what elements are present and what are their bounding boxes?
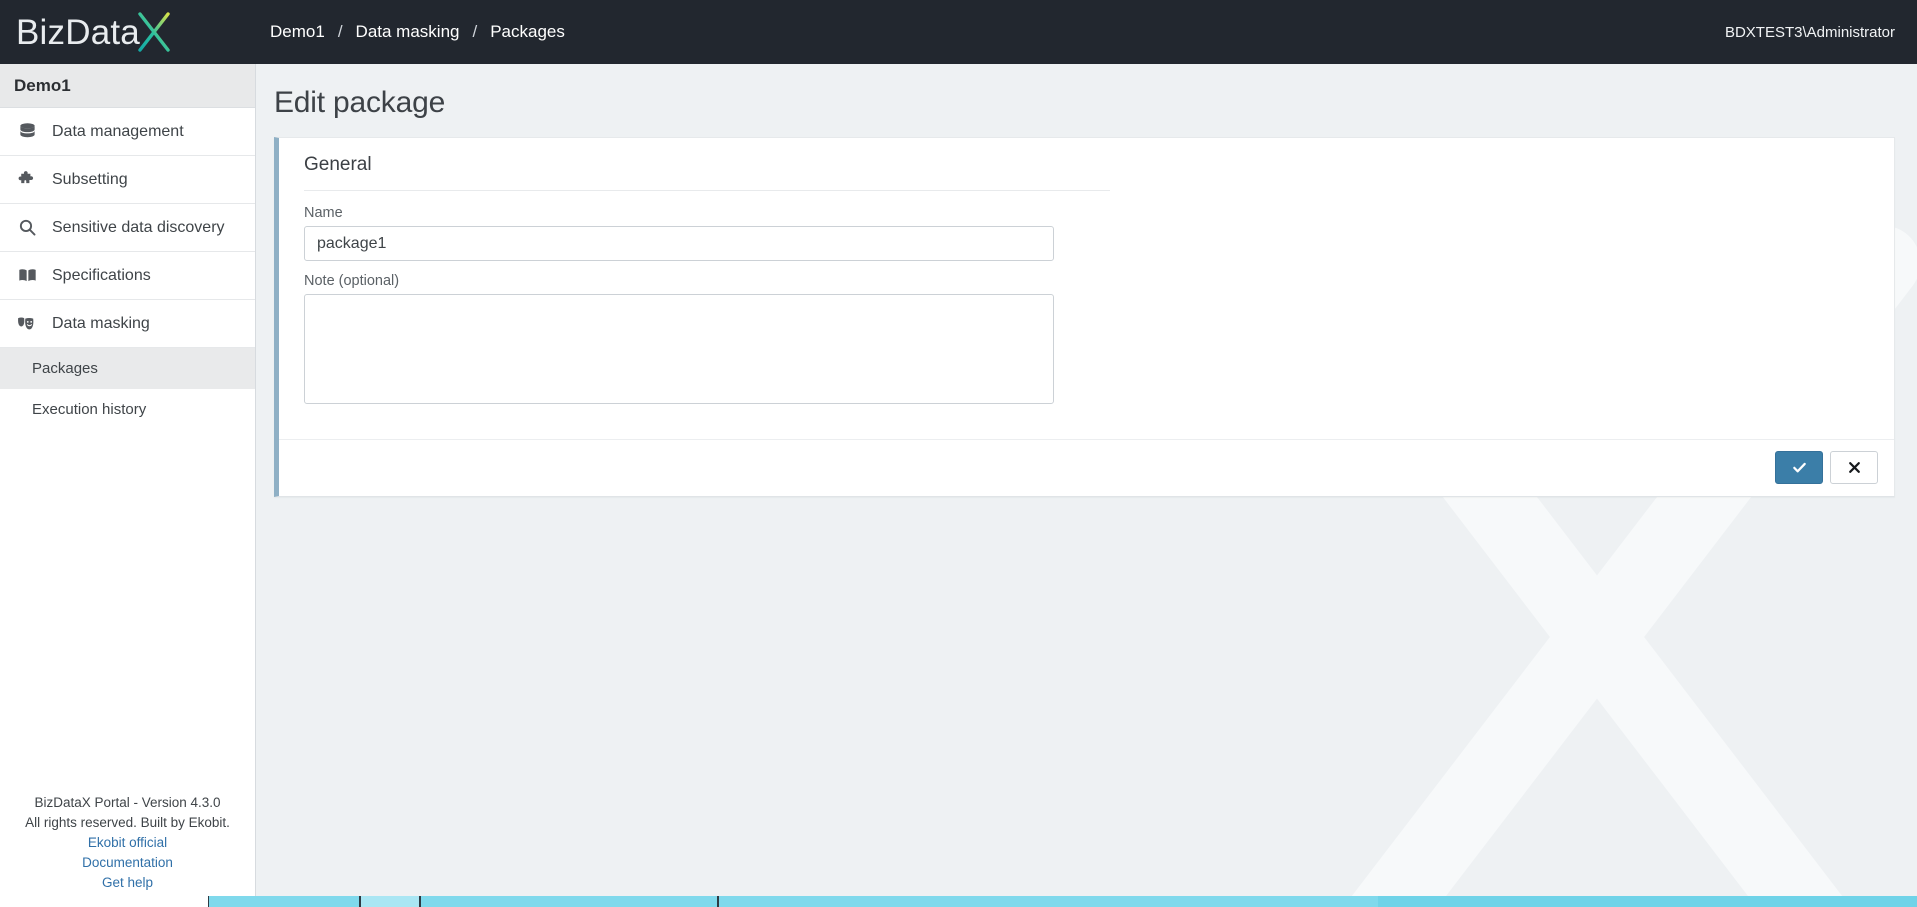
sidebar-item-subsetting[interactable]: Subsetting <box>0 156 255 204</box>
sidebar-subitem-execution-history[interactable]: Execution history <box>0 389 255 430</box>
footer-version-text: BizDataX Portal - Version 4.3.0 <box>34 795 221 810</box>
breadcrumb-item-data-masking[interactable]: Data masking <box>356 22 460 42</box>
sidebar-item-label: Data masking <box>52 314 150 332</box>
app-logo[interactable]: BizData <box>0 0 256 64</box>
logo-wordmark: BizData <box>16 9 177 55</box>
breadcrumb-item-packages[interactable]: Packages <box>490 22 565 42</box>
sidebar-item-specifications[interactable]: Specifications <box>0 252 255 300</box>
os-taskbar[interactable] <box>0 896 1917 907</box>
note-label: Note (optional) <box>304 273 400 289</box>
close-icon <box>1847 460 1862 475</box>
top-header-bar: BizData Demo1 / Data masking / Packages … <box>0 0 1917 64</box>
cancel-button[interactable] <box>1830 451 1878 484</box>
sidebar-subitem-packages[interactable]: Packages <box>0 348 255 389</box>
sidebar-subitem-label: Packages <box>32 360 98 377</box>
taskbar-item[interactable] <box>420 896 718 907</box>
taskbar-item[interactable] <box>718 896 1378 907</box>
database-icon <box>12 119 42 145</box>
panel-body: Name Note (optional) <box>279 191 1894 439</box>
main-content: Edit package General Name Note (optional… <box>256 64 1917 907</box>
panel-actions <box>279 439 1894 496</box>
sidebar-item-sensitive-data-discovery[interactable]: Sensitive data discovery <box>0 204 255 252</box>
name-label: Name <box>304 205 343 221</box>
sidebar-item-label: Specifications <box>52 266 151 284</box>
footer-link-get-help[interactable]: Get help <box>10 873 245 893</box>
sidebar-nav: Data management Subsetting Sensitive dat… <box>0 108 255 430</box>
breadcrumb: Demo1 / Data masking / Packages <box>270 22 565 42</box>
taskbar-item[interactable] <box>360 896 420 907</box>
sidebar-project-title: Demo1 <box>0 64 255 108</box>
sidebar-item-label: Data management <box>52 122 184 140</box>
magnifier-icon <box>12 215 42 241</box>
breadcrumb-separator: / <box>337 22 343 41</box>
sidebar-item-label: Subsetting <box>52 170 128 188</box>
logo-x-icon <box>131 9 177 55</box>
check-icon <box>1791 459 1808 476</box>
app-root: BizData Demo1 / Data masking / Packages … <box>0 0 1917 907</box>
footer-link-ekobit-official[interactable]: Ekobit official <box>10 833 245 853</box>
sidebar-footer: BizDataX Portal - Version 4.3.0 All righ… <box>0 793 255 907</box>
sidebar-subitem-label: Execution history <box>32 401 147 418</box>
sidebar-item-data-management[interactable]: Data management <box>0 108 255 156</box>
name-field-group: Name <box>304 205 1869 261</box>
save-button[interactable] <box>1775 451 1823 484</box>
current-user-label[interactable]: BDXTEST3\Administrator <box>1725 24 1895 41</box>
taskbar-item[interactable] <box>208 896 360 907</box>
sidebar-item-data-masking[interactable]: Data masking <box>0 300 255 348</box>
breadcrumb-item-demo1[interactable]: Demo1 <box>270 22 325 42</box>
name-input[interactable] <box>304 226 1054 261</box>
page-title: Edit package <box>274 86 446 119</box>
sidebar-item-label: Sensitive data discovery <box>52 218 225 236</box>
logo-text: BizData <box>16 12 140 52</box>
book-icon <box>12 263 42 289</box>
note-textarea[interactable] <box>304 294 1054 404</box>
breadcrumb-separator: / <box>472 22 478 41</box>
theater-masks-icon <box>12 311 42 337</box>
general-panel: General Name Note (optional) <box>274 137 1895 497</box>
footer-link-documentation[interactable]: Documentation <box>10 853 245 873</box>
taskbar-left-area <box>0 896 208 907</box>
note-field-group: Note (optional) <box>304 273 1869 409</box>
puzzle-piece-icon <box>12 167 42 193</box>
sidebar: Demo1 Data management Subsetting Sensiti… <box>0 64 256 907</box>
footer-rights-text: All rights reserved. Built by Ekobit. <box>25 815 230 830</box>
panel-title: General <box>304 154 372 175</box>
